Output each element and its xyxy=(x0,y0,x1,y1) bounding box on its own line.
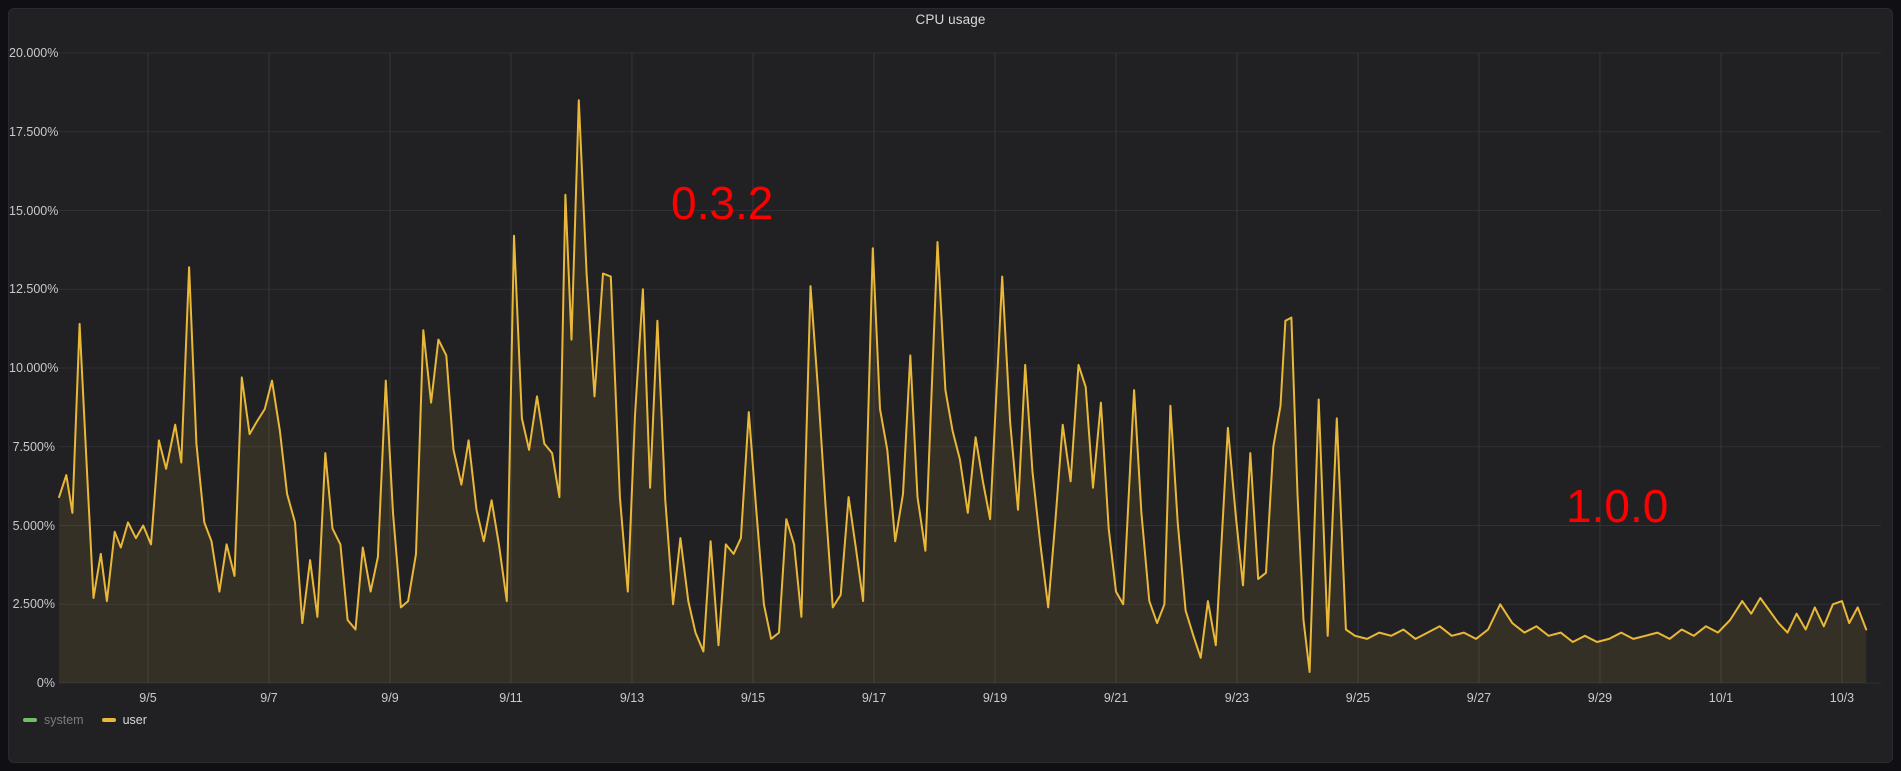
x-tick-label: 9/27 xyxy=(1467,690,1491,706)
y-tick-label: 10.000% xyxy=(9,360,55,376)
legend-label-user: user xyxy=(123,713,147,727)
y-tick-label: 20.000% xyxy=(9,45,55,61)
y-tick-label: 5.000% xyxy=(9,518,55,534)
x-tick-label: 9/17 xyxy=(862,690,886,706)
x-tick-label: 9/29 xyxy=(1588,690,1612,706)
user-series-fill xyxy=(59,100,1866,683)
legend-item-user[interactable]: user xyxy=(102,713,147,727)
x-tick-label: 9/7 xyxy=(260,690,277,706)
x-tick-label: 9/23 xyxy=(1225,690,1249,706)
x-tick-label: 10/3 xyxy=(1830,690,1854,706)
x-tick-label: 9/13 xyxy=(620,690,644,706)
x-tick-label: 9/9 xyxy=(381,690,398,706)
y-tick-label: 17.500% xyxy=(9,124,55,140)
x-tick-label: 9/25 xyxy=(1346,690,1370,706)
y-tick-label: 12.500% xyxy=(9,281,55,297)
legend-label-system: system xyxy=(44,713,84,727)
y-tick-label: 15.000% xyxy=(9,203,55,219)
legend-item-system[interactable]: system xyxy=(23,713,84,727)
x-tick-label: 9/15 xyxy=(741,690,765,706)
x-tick-label: 10/1 xyxy=(1709,690,1733,706)
y-tick-label: 2.500% xyxy=(9,596,55,612)
legend: system user xyxy=(23,713,147,727)
annotation-version-1-0-0: 1.0.0 xyxy=(1566,481,1668,532)
annotation-version-0-3-2: 0.3.2 xyxy=(671,178,773,229)
cpu-usage-panel: CPU usage 0%2.500%5.000%7.500%10.000%12.… xyxy=(8,8,1893,763)
user-series-swatch xyxy=(102,718,116,722)
x-tick-label: 9/19 xyxy=(983,690,1007,706)
system-series-swatch xyxy=(23,718,37,722)
y-tick-label: 7.500% xyxy=(9,439,55,455)
cpu-usage-chart[interactable] xyxy=(9,9,1894,764)
y-tick-label: 0% xyxy=(9,675,55,691)
x-tick-label: 9/11 xyxy=(499,690,522,706)
x-tick-label: 9/5 xyxy=(139,690,156,706)
x-tick-label: 9/21 xyxy=(1104,690,1128,706)
